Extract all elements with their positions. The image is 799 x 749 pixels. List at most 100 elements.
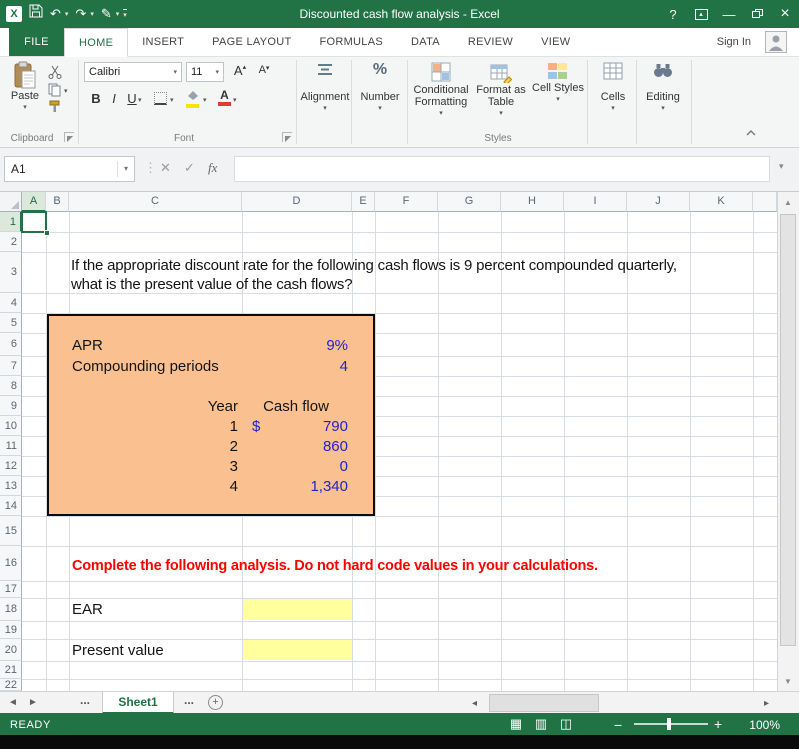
row-header-5[interactable]: 5: [0, 313, 22, 333]
row-header-16[interactable]: 16: [0, 546, 22, 581]
zoom-in-button[interactable]: +: [714, 716, 722, 732]
tab-home[interactable]: HOME: [64, 28, 129, 57]
row-header-12[interactable]: 12: [0, 456, 22, 476]
row-header-15[interactable]: 15: [0, 516, 22, 546]
select-all-corner[interactable]: [0, 192, 22, 212]
ribbon-display-options-button[interactable]: ▴: [687, 0, 715, 28]
conditional-formatting-button[interactable]: Conditional Formatting ▾: [412, 61, 470, 117]
format-as-table-button[interactable]: Format as Table ▾: [474, 61, 528, 117]
row-header-22[interactable]: 22: [0, 679, 22, 691]
font-name-select[interactable]: Calibri ▾: [84, 62, 182, 82]
help-button[interactable]: ?: [659, 0, 687, 28]
vertical-scrollbar-thumb[interactable]: [780, 214, 796, 646]
year-cell-3[interactable]: 3: [130, 458, 238, 475]
grow-font-button[interactable]: A▴: [230, 63, 250, 78]
column-header-C[interactable]: C: [69, 192, 242, 212]
expand-formula-bar-icon[interactable]: ▾: [779, 161, 784, 172]
zoom-out-button[interactable]: −: [614, 717, 622, 733]
column-header-J[interactable]: J: [627, 192, 690, 212]
cashflow-cell-1[interactable]: 790: [240, 418, 348, 435]
row-header-9[interactable]: 9: [0, 396, 22, 416]
cut-icon[interactable]: [48, 65, 62, 82]
font-color-dropdown-icon[interactable]: ▾: [233, 96, 237, 104]
row-header-1[interactable]: 1: [0, 212, 22, 232]
restore-button[interactable]: [743, 0, 771, 28]
cell-styles-button[interactable]: Cell Styles ▾: [532, 61, 584, 103]
zoom-slider-handle[interactable]: [667, 718, 671, 730]
year-cell-2[interactable]: 2: [130, 438, 238, 455]
cancel-entry-icon[interactable]: ✕: [160, 160, 171, 176]
tab-insert[interactable]: INSERT: [128, 28, 198, 56]
format-painter-icon[interactable]: [48, 100, 62, 116]
paste-button[interactable]: Paste ▾: [6, 61, 44, 111]
ear-input-cell[interactable]: [243, 599, 352, 620]
year-cell-1[interactable]: 1: [130, 418, 238, 435]
year-cell-4[interactable]: 4: [130, 478, 238, 495]
tab-formulas[interactable]: FORMULAS: [305, 28, 397, 56]
shrink-font-button[interactable]: A▾: [254, 64, 274, 76]
row-header-10[interactable]: 10: [0, 416, 22, 436]
column-header-H[interactable]: H: [501, 192, 564, 212]
font-size-select[interactable]: 11 ▾: [186, 62, 224, 82]
row-header-20[interactable]: 20: [0, 639, 22, 661]
copy-dropdown-icon[interactable]: ▾: [64, 87, 68, 95]
row-header-17[interactable]: 17: [0, 581, 22, 598]
row-header-13[interactable]: 13: [0, 476, 22, 496]
fill-handle[interactable]: [44, 230, 50, 236]
scroll-down-icon[interactable]: ▼: [778, 677, 798, 686]
tab-page-layout[interactable]: PAGE LAYOUT: [198, 28, 305, 56]
row-header-3[interactable]: 3: [0, 252, 22, 293]
hscroll-right-icon[interactable]: ▸: [764, 698, 769, 709]
name-box-dropdown-icon[interactable]: ▾: [116, 161, 128, 177]
formula-bar-separator-icon[interactable]: ⋮: [144, 160, 157, 176]
column-header-D[interactable]: D: [242, 192, 352, 212]
next-sheet-icon[interactable]: ►: [28, 697, 38, 708]
insert-function-button[interactable]: fx: [208, 160, 217, 176]
row-header-4[interactable]: 4: [0, 293, 22, 313]
close-button[interactable]: ×: [771, 0, 799, 28]
tab-view[interactable]: VIEW: [527, 28, 584, 56]
row-header-19[interactable]: 19: [0, 621, 22, 639]
zoom-level[interactable]: 100%: [734, 718, 780, 732]
name-box[interactable]: A1 ▾: [4, 156, 135, 182]
fill-color-dropdown-icon[interactable]: ▾: [203, 96, 207, 104]
zoom-slider-track[interactable]: [634, 723, 708, 725]
collapse-ribbon-icon[interactable]: [746, 127, 756, 139]
column-header-G[interactable]: G: [438, 192, 501, 212]
new-sheet-button[interactable]: +: [208, 695, 223, 710]
avatar-icon[interactable]: [765, 31, 787, 58]
apr-value[interactable]: 9%: [240, 337, 348, 354]
cashflow-cell-2[interactable]: 860: [240, 438, 348, 455]
row-header-6[interactable]: 6: [0, 333, 22, 356]
column-header-E[interactable]: E: [352, 192, 375, 212]
page-layout-view-icon[interactable]: ▥: [531, 716, 551, 732]
column-header-partial[interactable]: [753, 192, 777, 212]
cashflow-cell-3[interactable]: 0: [240, 458, 348, 475]
row-header-7[interactable]: 7: [0, 356, 22, 376]
page-break-view-icon[interactable]: ◫: [556, 716, 576, 732]
hscroll-left-icon[interactable]: ◂: [472, 698, 477, 709]
editing-button[interactable]: Editing ▾: [639, 62, 687, 112]
previous-sheet-icon[interactable]: ◄: [8, 697, 18, 708]
horizontal-scrollbar-thumb[interactable]: [489, 694, 599, 712]
compounding-value[interactable]: 4: [240, 358, 348, 375]
present-value-input-cell[interactable]: [243, 640, 352, 660]
sheet-ellipsis-right[interactable]: ...: [184, 693, 194, 707]
italic-button[interactable]: I: [106, 91, 122, 106]
clipboard-dialog-launcher-icon[interactable]: ◢: [64, 132, 74, 144]
font-color-icon[interactable]: A: [218, 88, 231, 106]
tab-review[interactable]: REVIEW: [454, 28, 527, 56]
formula-input[interactable]: [234, 156, 770, 182]
borders-dropdown-icon[interactable]: ▾: [170, 96, 174, 104]
sheet-ellipsis-left[interactable]: ...: [80, 693, 90, 707]
normal-view-icon[interactable]: ▦: [506, 716, 526, 732]
sign-in-link[interactable]: Sign In: [717, 28, 751, 57]
cashflow-cell-4[interactable]: 1,340: [240, 478, 348, 495]
borders-icon[interactable]: [154, 92, 167, 105]
column-header-A[interactable]: A: [22, 192, 46, 212]
fill-color-icon[interactable]: [186, 90, 200, 108]
row-header-21[interactable]: 21: [0, 661, 22, 679]
font-dialog-launcher-icon[interactable]: ◢: [282, 132, 292, 144]
tab-file[interactable]: FILE: [9, 28, 64, 56]
column-header-B[interactable]: B: [46, 192, 69, 212]
